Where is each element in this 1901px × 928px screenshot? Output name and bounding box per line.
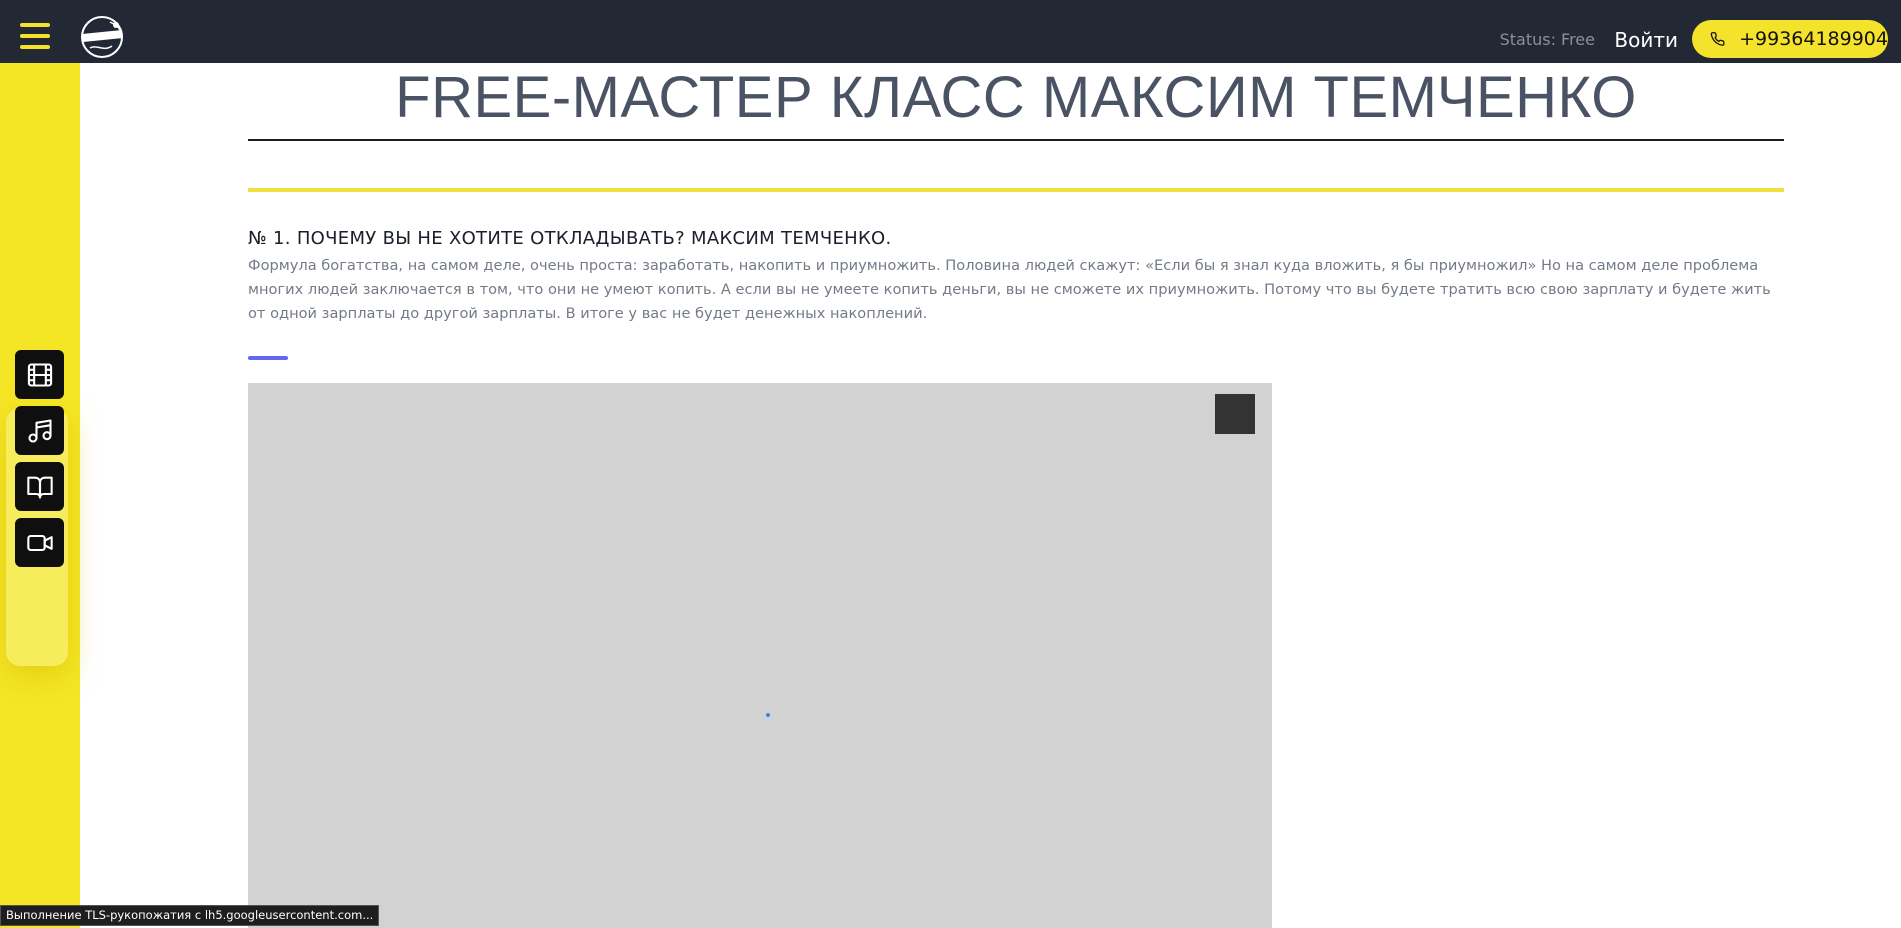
phone-icon [1710,32,1725,46]
yellow-divider [248,188,1784,192]
browser-status-bar: Выполнение TLS-рукопожатия с lh5.googleu… [0,905,380,926]
login-link[interactable]: Войти [1614,28,1678,52]
sidebar-item-books[interactable] [15,462,64,511]
video-camera-icon [26,534,53,551]
video-player[interactable] [248,383,1272,928]
title-divider [248,139,1784,141]
book-icon [26,476,53,499]
sidebar-item-films[interactable] [15,350,64,399]
video-control-button[interactable] [1215,394,1255,434]
club-logo-icon[interactable] [74,14,130,60]
music-note-icon [27,418,52,443]
lesson-description: Формула богатства, на самом деле, очень … [248,257,1771,322]
sidebar-item-videos[interactable] [15,518,64,567]
page-title: FREE-МАСТЕР КЛАСС МАКСИМ ТЕМЧЕНКО [395,65,1637,130]
left-sidebar [0,63,80,928]
accent-divider [248,356,288,360]
top-bar: Status: Free Войти +99364189904 [0,0,1901,63]
status-text: Status: Free [1499,30,1595,49]
sidebar-item-music[interactable] [15,406,64,455]
film-icon [27,362,52,387]
loading-indicator [766,713,770,717]
hamburger-menu-icon[interactable] [20,23,50,49]
phone-button[interactable]: +99364189904 [1692,20,1888,58]
phone-number: +99364189904 [1739,28,1888,50]
lesson-title: № 1. ПОЧЕМУ ВЫ НЕ ХОТИТЕ ОТКЛАДЫВАТЬ? МА… [248,228,892,249]
